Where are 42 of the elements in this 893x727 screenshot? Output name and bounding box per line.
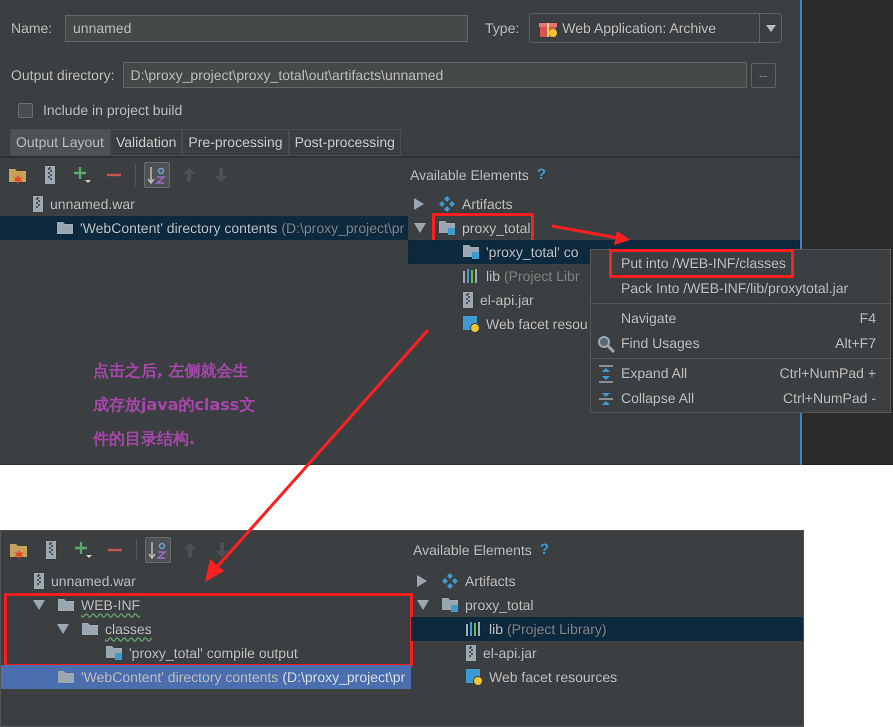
tree-item-label: unnamed.war [51, 572, 136, 590]
tree-item-label: 'WebContent' directory contents [81, 668, 278, 687]
menu-item-label: Expand All [621, 365, 688, 381]
shortcut: F4 [860, 309, 876, 328]
checkbox-label: Include in project build [43, 100, 182, 120]
tree-item-label: proxy_total [462, 218, 530, 238]
path-detail: (D:\proxy_project\pr [281, 218, 404, 238]
tree-item-label: Artifacts [465, 572, 516, 590]
tree-item-label: Artifacts [462, 194, 513, 214]
panel-title: Available Elements [410, 166, 529, 184]
tree-item-label: WEB-INF [81, 596, 140, 614]
tree-item-label: el-api.jar [483, 644, 537, 663]
path-detail: (Project Libr [504, 266, 580, 286]
tree-item-label: unnamed.war [50, 194, 135, 214]
tree-item-label: 'WebContent' directory contents [80, 218, 278, 238]
path-detail: (Project Library) [507, 620, 607, 639]
annotation-text: 件的目录结构. [93, 428, 196, 450]
field-label: Name: [11, 18, 54, 38]
dropdown-value: Web Application: Archive [562, 18, 718, 38]
menu-item-label: Pack Into /WEB-INF/lib/proxytotal.jar [621, 280, 848, 296]
tree-item-label: 'proxy_total' co [486, 242, 579, 262]
tree-item-label: el-api.jar [480, 290, 534, 310]
shortcut: Ctrl+NumPad - [783, 389, 876, 408]
tree-item-label: lib [486, 266, 500, 286]
menu-item-label: Find Usages [621, 335, 700, 351]
field-label: Type: [485, 18, 520, 38]
menu-item-label: Navigate [621, 310, 676, 326]
annotation-text: 点击之后, 左侧就会生 [93, 360, 250, 382]
shortcut: Ctrl+NumPad + [780, 364, 876, 383]
shortcut: Alt+F7 [835, 334, 876, 353]
tree-item-label: lib [489, 620, 504, 638]
panel-title: Available Elements [413, 540, 532, 560]
tree-item-label: 'proxy_total' compile output [129, 644, 298, 663]
path-detail: (D:\proxy_project\pr [282, 668, 406, 687]
tree-item-label: proxy_total [465, 596, 534, 615]
annotation-text: 成存放java的class文 [93, 394, 256, 416]
menu-item-label: Put into /WEB-INF/classes [621, 255, 786, 271]
tree-item-label: Web facet resources [489, 668, 618, 686]
tree-item-label: Web facet resou [486, 314, 588, 334]
tree-item-label: classes [105, 620, 152, 638]
menu-item-label: Collapse All [621, 390, 694, 406]
field-label: Output directory: [11, 66, 114, 85]
